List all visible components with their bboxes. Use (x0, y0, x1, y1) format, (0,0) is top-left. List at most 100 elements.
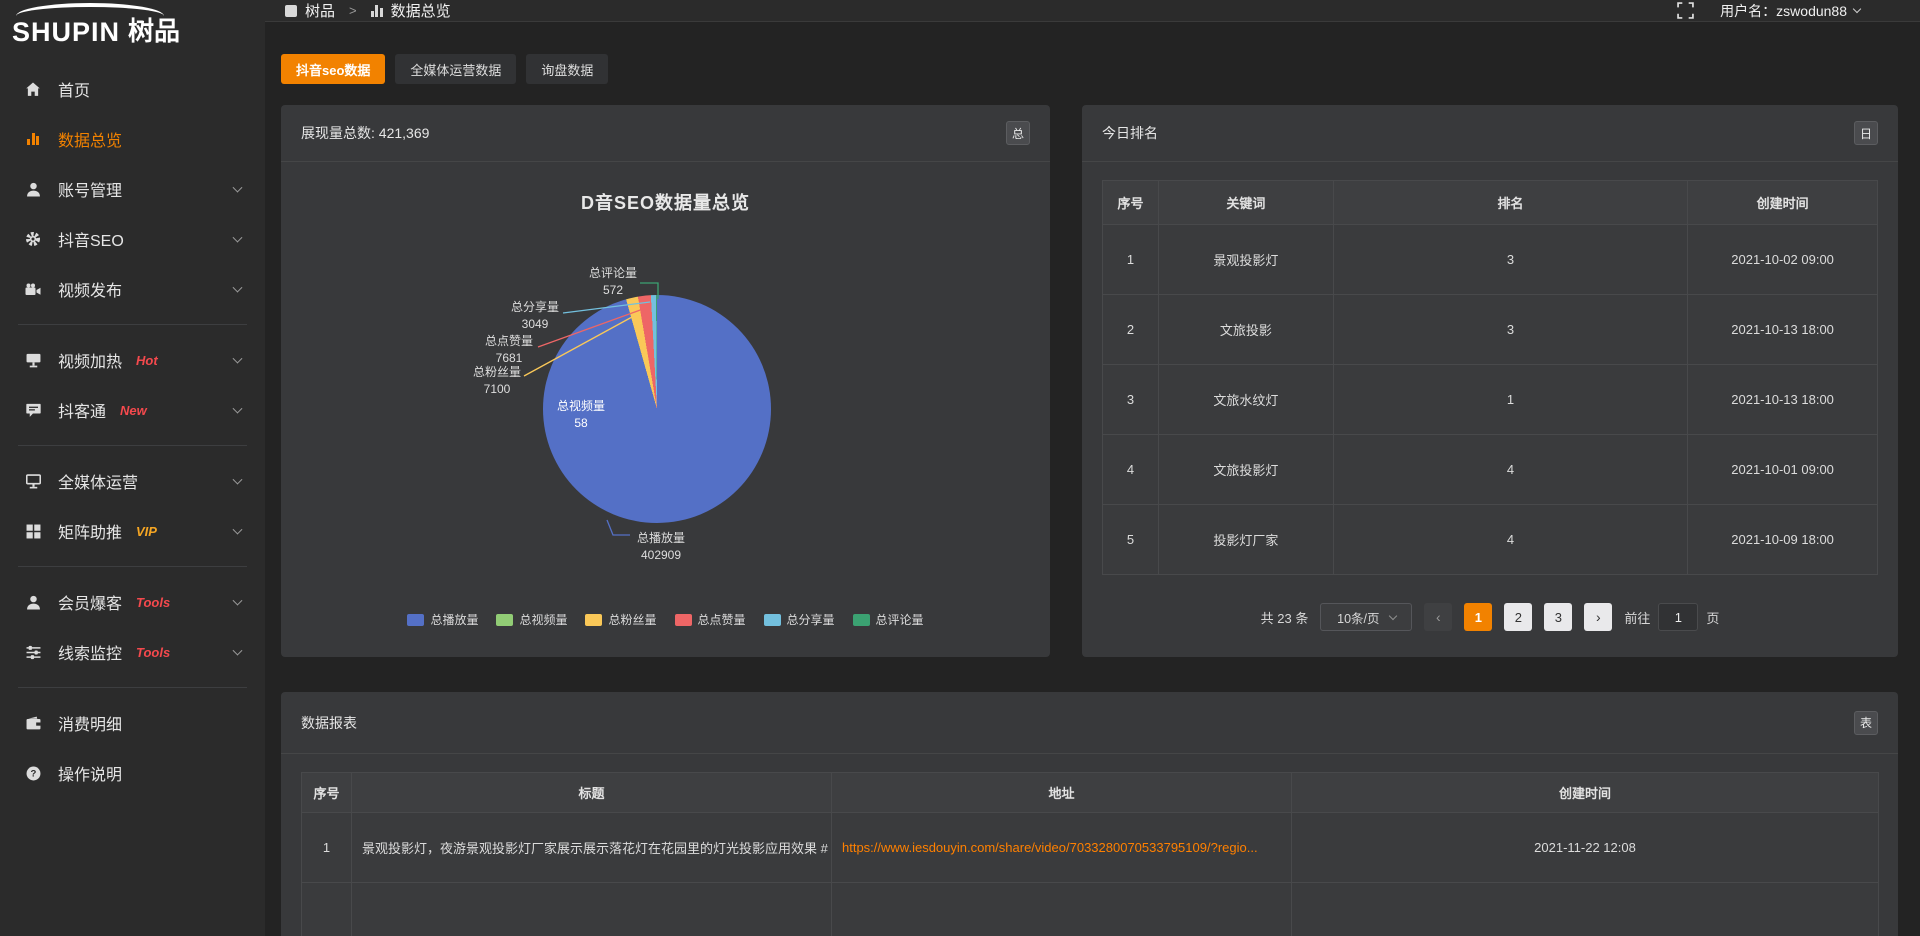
screen-icon (24, 352, 42, 368)
video-share-link[interactable]: https://www.iesdouyin.com/share/video/70… (842, 840, 1258, 855)
sidebar-item-expense-detail[interactable]: 消费明细 (0, 698, 265, 748)
ranking-table: 序号 关键词 排名 创建时间 1 景观投影灯 3 2021-10-02 09:0… (1102, 180, 1878, 575)
page-button-3[interactable]: 3 (1544, 603, 1572, 631)
ranking-panel-title: 今日排名 (1102, 123, 1158, 143)
breadcrumb-separator: > (349, 3, 357, 18)
hot-badge: Hot (136, 353, 158, 368)
report-panel-title: 数据报表 (301, 713, 357, 733)
sliders-icon (24, 644, 42, 660)
content-area: 抖音seo数据 全媒体运营数据 询盘数据 展现量总数: 421,369 总 D音… (265, 22, 1920, 936)
fullscreen-icon[interactable] (1677, 2, 1694, 19)
user-menu[interactable]: 用户名：zswodun88 (1720, 1, 1860, 21)
pie-label-videos: 总视频量58 (521, 398, 641, 432)
topbar: 树品 > 数据总览 用户名：zswodun88 (265, 0, 1920, 22)
sidebar: SHUPIN 树品 首页 数据总览 账号管理 抖音SEO (0, 0, 265, 936)
legend-item-plays[interactable]: 总播放量 (407, 611, 478, 628)
chart-title: D音SEO数据量总览 (281, 189, 1050, 215)
report-table: 序号 标题 地址 创建时间 1 景观投影灯，夜游景观投影灯厂家展示展示落花灯在花… (301, 772, 1879, 936)
table-row: 2 文旅投影 3 2021-10-13 18:00 (1103, 295, 1878, 365)
sidebar-divider (18, 566, 247, 567)
chat-icon (24, 402, 42, 418)
tools-badge: Tools (136, 595, 170, 610)
sidebar-divider (18, 687, 247, 688)
tab-douyin-seo-data[interactable]: 抖音seo数据 (281, 54, 385, 84)
bar-chart-icon (371, 5, 383, 17)
sidebar-nav: 首页 数据总览 账号管理 抖音SEO 视频发布 (0, 50, 265, 798)
day-mode-button[interactable]: 日 (1854, 121, 1878, 145)
app-square-icon (285, 5, 297, 17)
legend-item-videos[interactable]: 总视频量 (496, 611, 567, 628)
chart-legend: 总播放量 总视频量 总粉丝量 总点赞量 (281, 611, 1050, 628)
next-page-button[interactable]: › (1584, 603, 1612, 631)
table-header-row: 序号 关键词 排名 创建时间 (1103, 181, 1878, 225)
new-badge: New (120, 403, 147, 418)
total-mode-button[interactable]: 总 (1006, 121, 1030, 145)
table-row: 1 景观投影灯，夜游景观投影灯厂家展示展示落花灯在花园里的灯光投影应用效果 # … (302, 813, 1879, 883)
chevron-down-icon (233, 404, 243, 414)
legend-item-shares[interactable]: 总分享量 (764, 611, 835, 628)
table-header-row: 序号 标题 地址 创建时间 (302, 773, 1879, 813)
username-label: 用户名：zswodun88 (1720, 1, 1847, 21)
chevron-down-icon (233, 596, 243, 606)
table-row: 4 文旅投影灯 4 2021-10-01 09:00 (1103, 435, 1878, 505)
sidebar-item-matrix-boost[interactable]: 矩阵助推 VIP (0, 506, 265, 556)
sidebar-divider (18, 324, 247, 325)
sidebar-item-account[interactable]: 账号管理 (0, 164, 265, 214)
page-size-select[interactable]: 10条/页 (1320, 603, 1412, 631)
logo-arc-decoration (16, 3, 164, 16)
pie-label-fans: 总粉丝量7100 (437, 364, 557, 398)
breadcrumb-item-shupin[interactable]: 树品 (285, 0, 335, 21)
sidebar-item-douyin-seo[interactable]: 抖音SEO (0, 214, 265, 264)
legend-item-comments[interactable]: 总评论量 (853, 611, 924, 628)
prev-page-button[interactable]: ‹ (1424, 603, 1452, 631)
legend-swatch (675, 614, 692, 626)
user-icon (24, 181, 42, 197)
pagination: 共 23 条 10条/页 ‹ 1 2 3 › 前往 页 (1082, 603, 1898, 631)
sidebar-item-home[interactable]: 首页 (0, 64, 265, 114)
pagination-total: 共 23 条 (1261, 608, 1309, 627)
sidebar-item-data-overview[interactable]: 数据总览 (0, 114, 265, 164)
tools-badge: Tools (136, 645, 170, 660)
table-row (302, 883, 1879, 936)
sidebar-item-lead-monitor[interactable]: 线索监控 Tools (0, 627, 265, 677)
pie-label-likes: 总点赞量7681 (449, 333, 569, 367)
pie-label-comments: 总评论量572 (553, 265, 673, 299)
chevron-down-icon (1853, 5, 1861, 13)
sidebar-item-member-baoke[interactable]: 会员爆客 Tools (0, 577, 265, 627)
pie-label-shares: 总分享量3049 (475, 299, 595, 333)
bar-chart-icon (24, 133, 42, 145)
legend-swatch (407, 614, 424, 626)
goto-page-input[interactable] (1658, 603, 1698, 631)
breadcrumb-item-data-overview[interactable]: 数据总览 (371, 0, 451, 21)
goto-unit-label: 页 (1706, 608, 1719, 627)
member-icon (24, 594, 42, 610)
tab-inquiry-data[interactable]: 询盘数据 (526, 54, 608, 84)
gear-icon (24, 231, 42, 247)
chevron-down-icon (233, 183, 243, 193)
tab-all-media-data[interactable]: 全媒体运营数据 (395, 54, 516, 84)
overview-total-label: 展现量总数: 421,369 (301, 123, 429, 143)
sidebar-item-video-publish[interactable]: 视频发布 (0, 264, 265, 314)
sidebar-item-all-media[interactable]: 全媒体运营 (0, 456, 265, 506)
table-row: 3 文旅水纹灯 1 2021-10-13 18:00 (1103, 365, 1878, 435)
chevron-down-icon (233, 646, 243, 656)
sidebar-item-doukutong[interactable]: 抖客通 New (0, 385, 265, 435)
table-mode-button[interactable]: 表 (1854, 711, 1878, 735)
app-logo: SHUPIN 树品 (0, 0, 265, 50)
home-icon (24, 81, 42, 97)
legend-swatch (853, 614, 870, 626)
chevron-down-icon (1388, 611, 1396, 619)
sidebar-item-video-heating[interactable]: 视频加热 Hot (0, 335, 265, 385)
page-button-2[interactable]: 2 (1504, 603, 1532, 631)
sidebar-item-instructions[interactable]: ? 操作说明 (0, 748, 265, 798)
grid-icon (24, 523, 42, 539)
legend-swatch (764, 614, 781, 626)
page-button-1[interactable]: 1 (1464, 603, 1492, 631)
ranking-panel: 今日排名 日 序号 关键词 排名 创建时间 (1082, 105, 1898, 657)
legend-item-likes[interactable]: 总点赞量 (675, 611, 746, 628)
logo-cjk-text: 树品 (128, 11, 180, 48)
overview-panel: 展现量总数: 421,369 总 D音SEO数据量总览 总评论量572 (281, 105, 1050, 657)
overview-total-value: 421,369 (379, 125, 430, 141)
table-row: 1 景观投影灯 3 2021-10-02 09:00 (1103, 225, 1878, 295)
legend-item-fans[interactable]: 总粉丝量 (585, 611, 656, 628)
